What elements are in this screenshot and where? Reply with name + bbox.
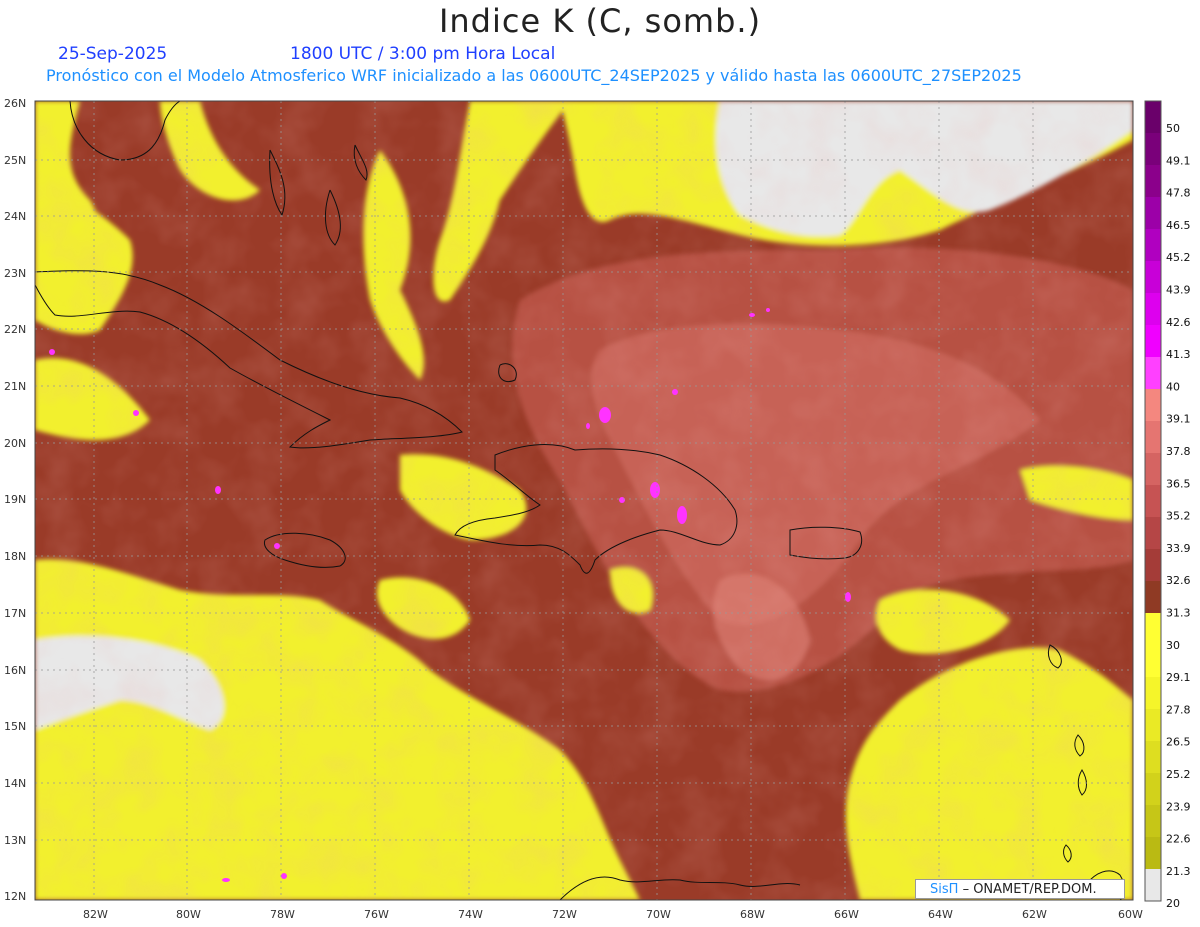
colorbar-label: 22.6: [1166, 833, 1191, 846]
colorbar-band: [1145, 389, 1161, 421]
colorbar-band: [1145, 517, 1161, 549]
lon-label: 72W: [552, 908, 577, 921]
lat-label: 19N: [4, 493, 26, 506]
colorbar-band: [1145, 261, 1161, 293]
colorbar-label: 30: [1166, 639, 1180, 652]
colorbar-band: [1145, 613, 1161, 645]
colorbar-band: [1145, 645, 1161, 677]
colorbar-label: 37.8: [1166, 445, 1191, 458]
colorbar-label: 45.2: [1166, 251, 1191, 264]
credit-brand: SisΠ: [930, 882, 959, 897]
colorbar: 50 49.1 47.8 46.5 45.2 43.9 42.6 41.3 40 39.1 37.8…: [1144, 100, 1191, 910]
field-layer: [35, 101, 1133, 900]
lon-label: 64W: [928, 908, 953, 921]
colorbar-label: 41.3: [1166, 348, 1191, 361]
colorbar-band: [1145, 837, 1161, 869]
longitude-labels: 82W 80W 78W 76W 74W 72W 70W 68W 66W 64W …: [83, 908, 1143, 921]
colorbar-band: [1145, 805, 1161, 837]
lat-label: 18N: [4, 550, 26, 563]
colorbar-band: [1145, 741, 1161, 773]
lon-label: 62W: [1022, 908, 1047, 921]
colorbar-band: [1145, 133, 1161, 165]
colorbar-label: 29.1: [1166, 671, 1191, 684]
colorbar-label: 26.5: [1166, 736, 1191, 749]
colorbar-band: [1145, 325, 1161, 357]
lat-label: 17N: [4, 607, 26, 620]
lat-label: 14N: [4, 777, 26, 790]
lon-label: 70W: [646, 908, 671, 921]
colorbar-label: 47.8: [1166, 187, 1191, 200]
lon-label: 80W: [176, 908, 201, 921]
colorbar-band: [1145, 197, 1161, 229]
lon-label: 82W: [83, 908, 108, 921]
colorbar-label: 46.5: [1166, 219, 1191, 232]
lat-label: 21N: [4, 380, 26, 393]
colorbar-label: 32.6: [1166, 574, 1191, 587]
lon-label: 68W: [740, 908, 765, 921]
lat-label: 15N: [4, 720, 26, 733]
lat-label: 25N: [4, 154, 26, 167]
lat-label: 23N: [4, 267, 26, 280]
credit-org: – ONAMET/REP.DOM.: [962, 882, 1097, 897]
k-index-map: 26N 25N 24N 23N 22N 21N 20N 19N 18N 17N …: [4, 97, 1191, 921]
colorbar-band: [1145, 229, 1161, 261]
lat-label: 13N: [4, 834, 26, 847]
colorbar-label: 42.6: [1166, 316, 1191, 329]
lon-label: 76W: [364, 908, 389, 921]
colorbar-band: [1145, 869, 1161, 901]
credit-box: SisΠ – ONAMET/REP.DOM.: [915, 879, 1125, 899]
colorbar-band: [1145, 101, 1161, 133]
colorbar-label: 36.5: [1166, 477, 1191, 490]
colorbar-band: [1145, 485, 1161, 517]
colorbar-band: [1145, 293, 1161, 325]
lat-label: 26N: [4, 97, 26, 110]
colorbar-label: 21.3: [1166, 865, 1191, 878]
lon-label: 60W: [1118, 908, 1143, 921]
colorbar-band: [1145, 709, 1161, 741]
lat-label: 24N: [4, 210, 26, 223]
colorbar-label: 27.8: [1166, 703, 1191, 716]
colorbar-label: 49.1: [1166, 154, 1191, 167]
colorbar-label: 25.2: [1166, 768, 1191, 781]
colorbar-label: 20: [1166, 897, 1180, 910]
lat-label: 12N: [4, 890, 26, 903]
colorbar-label: 50: [1166, 122, 1180, 135]
colorbar-band: [1145, 453, 1161, 485]
lat-label: 16N: [4, 664, 26, 677]
colorbar-label: 35.2: [1166, 510, 1191, 523]
lon-label: 78W: [270, 908, 295, 921]
lat-label: 20N: [4, 437, 26, 450]
colorbar-label: 31.3: [1166, 607, 1191, 620]
colorbar-band: [1145, 357, 1161, 389]
latitude-labels: 26N 25N 24N 23N 22N 21N 20N 19N 18N 17N …: [4, 97, 26, 903]
colorbar-label: 33.9: [1166, 542, 1191, 555]
lon-label: 66W: [834, 908, 859, 921]
colorbar-band: [1145, 549, 1161, 581]
lon-label: 74W: [458, 908, 483, 921]
colorbar-band: [1145, 773, 1161, 805]
colorbar-band: [1145, 421, 1161, 453]
colorbar-band: [1145, 165, 1161, 197]
colorbar-band: [1145, 677, 1161, 709]
colorbar-label: 40: [1166, 380, 1180, 393]
colorbar-label: 39.1: [1166, 413, 1191, 426]
colorbar-label: 43.9: [1166, 284, 1191, 297]
colorbar-band: [1145, 581, 1161, 613]
lat-label: 22N: [4, 323, 26, 336]
colorbar-label: 23.9: [1166, 800, 1191, 813]
